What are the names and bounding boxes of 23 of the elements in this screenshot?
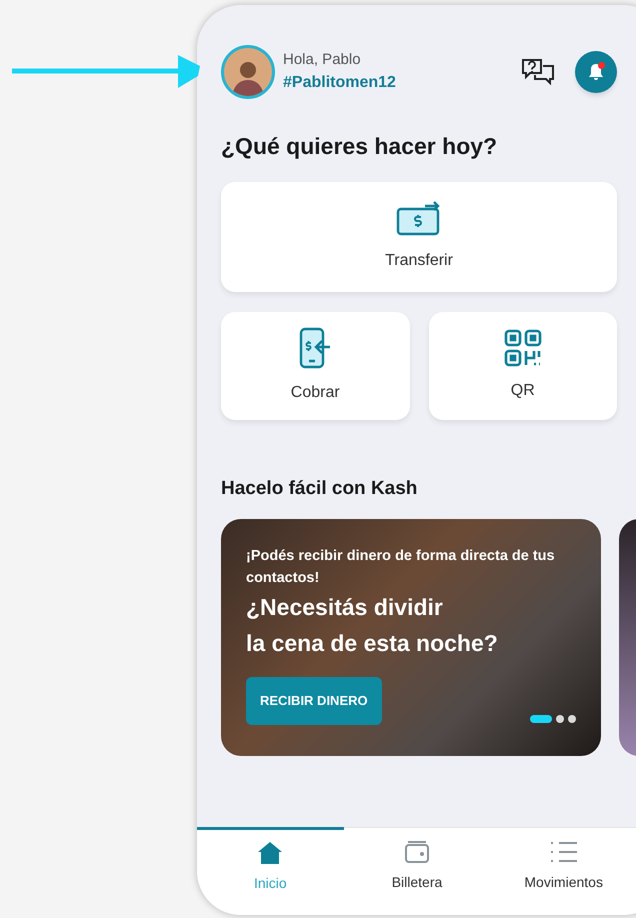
list-icon: [550, 840, 578, 864]
page-title: ¿Qué quieres hacer hoy?: [221, 132, 498, 161]
greeting: Hola, Pablo: [283, 50, 362, 70]
promo-card[interactable]: ¡Podés recibir dinero de forma directa de tus contactos! ¿Necesitás dividir la cena de esta noche? RECIBIR DINERO: [221, 519, 601, 756]
action-card[interactable]: QR: [428, 312, 617, 420]
avatar[interactable]: [221, 45, 275, 99]
home-icon: [257, 841, 284, 865]
promo-headline: la cena de esta noche?: [246, 629, 499, 658]
action-card[interactable]: Cobrar: [221, 312, 410, 420]
username: #Pablitomen12: [283, 73, 396, 94]
nav-tab[interactable]: Billetera: [344, 827, 490, 905]
chat-help-icon[interactable]: [521, 57, 555, 87]
promo-subtitle: ¡Podés recibir dinero de forma directa de tus contactos!: [246, 547, 556, 588]
promo-headline: ¿Necesitás dividir: [246, 593, 444, 622]
section-title: Hacelo fácil con Kash: [221, 476, 418, 500]
action-card[interactable]: Transferir: [221, 182, 617, 292]
receive-money-button[interactable]: RECIBIR DINERO: [246, 677, 382, 724]
qr-code-icon: [504, 328, 542, 366]
bell-icon: [588, 63, 604, 81]
notification-button[interactable]: [575, 51, 617, 93]
nav-tab[interactable]: Movimientos: [490, 827, 636, 905]
phone-money-icon: [298, 326, 332, 368]
wallet-icon: [404, 840, 430, 864]
